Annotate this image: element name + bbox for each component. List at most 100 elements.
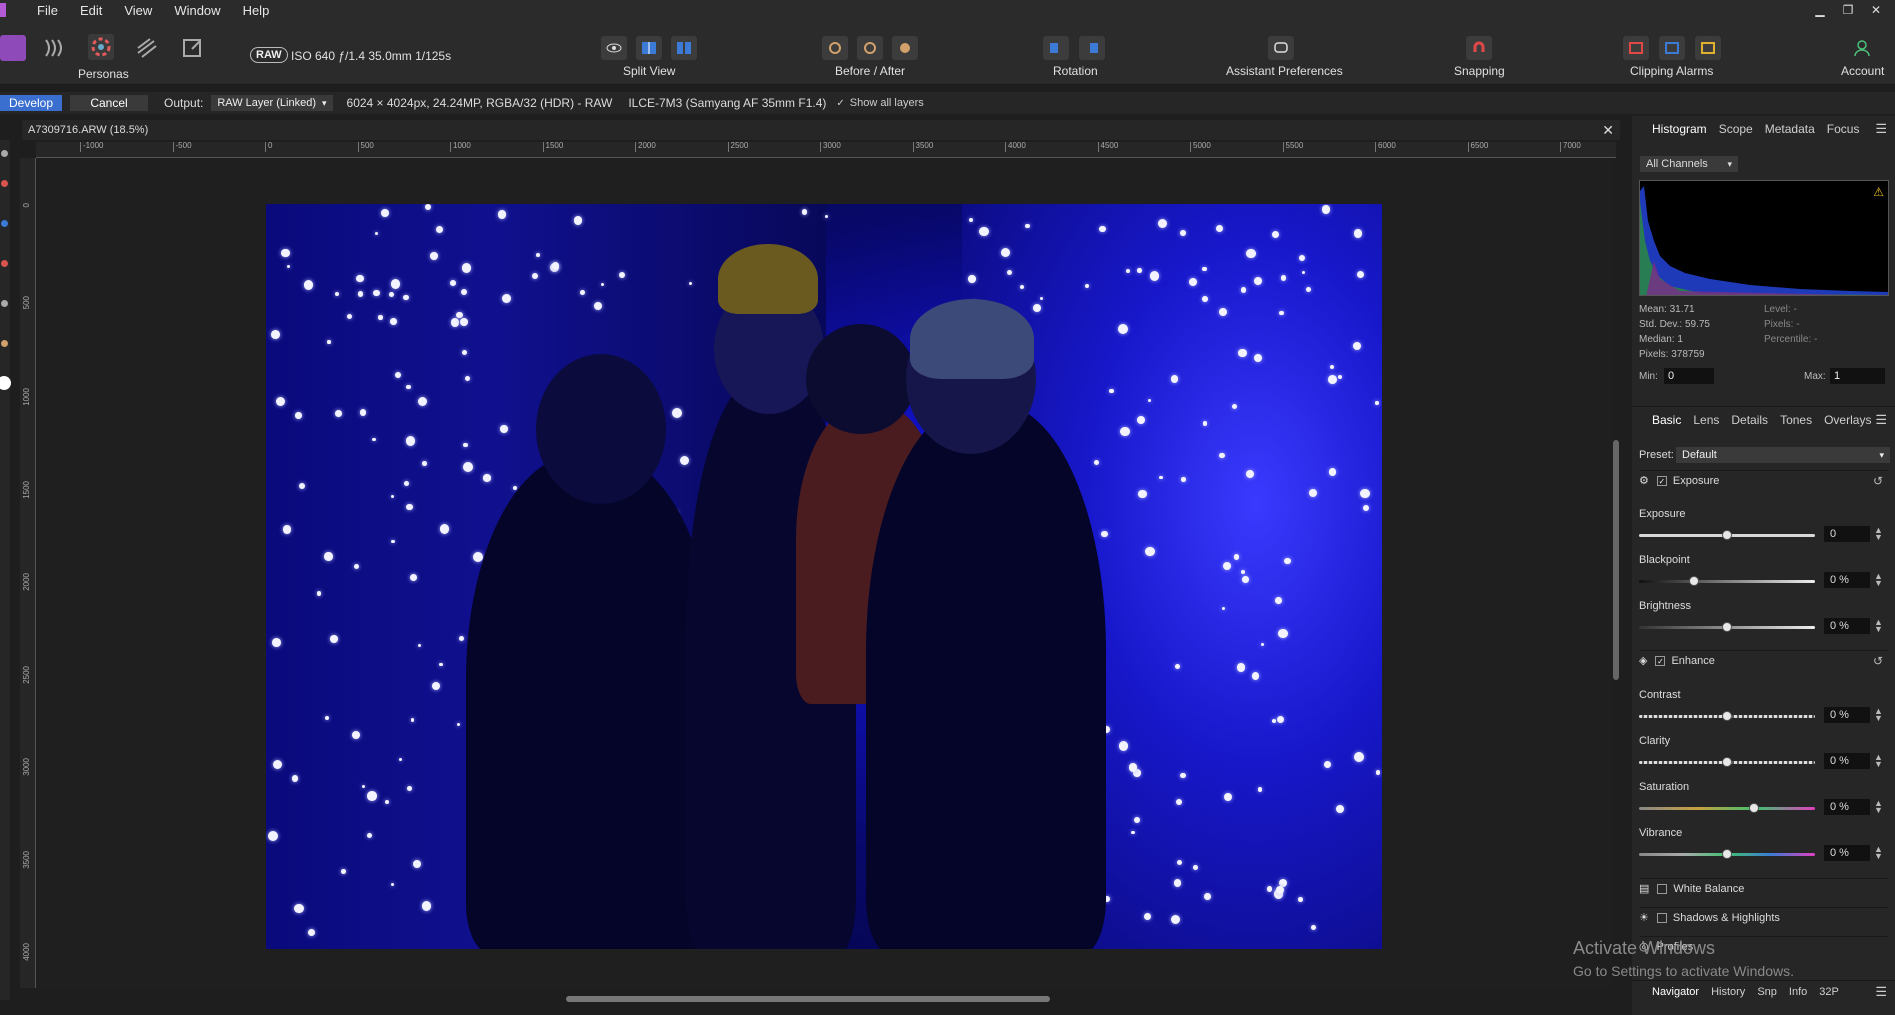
gradient-tool-icon[interactable] (1, 300, 8, 307)
spin-arrows-icon[interactable]: ▲ ▼ (1874, 707, 1883, 723)
exposure-value[interactable]: 0 (1824, 526, 1870, 542)
horizontal-scrollbar[interactable] (566, 996, 1050, 1002)
menu-file[interactable]: File (26, 3, 69, 18)
enhance-section[interactable]: ◈ ✓ Enhance ↺ (1639, 650, 1889, 670)
photo-persona-icon[interactable] (0, 35, 26, 61)
tab-info[interactable]: Info (1789, 986, 1807, 998)
cancel-button[interactable]: Cancel (70, 95, 148, 111)
tab-32p[interactable]: 32P (1819, 986, 1839, 998)
overlay-paint-tool-icon[interactable] (1, 260, 8, 267)
brightness-value[interactable]: 0 % (1824, 618, 1870, 634)
export-persona-icon[interactable] (180, 35, 206, 61)
slider-knob[interactable] (1722, 711, 1732, 721)
spin-arrows-icon[interactable]: ▲ ▼ (1874, 618, 1883, 634)
account-icon[interactable] (1849, 36, 1875, 60)
brush-tool-icon[interactable] (1, 220, 8, 227)
panel-menu-icon[interactable]: ☰ (1875, 412, 1887, 428)
red-eye-tool-icon[interactable] (1, 180, 8, 187)
split-view-icon[interactable] (636, 36, 662, 60)
blackpoint-value[interactable]: 0 % (1824, 572, 1870, 588)
maximize-icon[interactable]: ❐ (1834, 0, 1862, 20)
horizontal-ruler[interactable]: -1000 -500 0 500 1000 1500 2000 2500 3000 3500 400… (36, 142, 1616, 158)
exposure-slider[interactable] (1639, 530, 1815, 540)
panel-menu-icon[interactable]: ☰ (1875, 121, 1887, 137)
view-tool-icon[interactable] (1, 150, 8, 157)
contrast-value[interactable]: 0 % (1824, 707, 1870, 723)
preset-select[interactable]: Default ▾ (1676, 447, 1890, 463)
blackpoint-slider[interactable] (1639, 576, 1815, 586)
clarity-value[interactable]: 0 % (1824, 753, 1870, 769)
show-all-layers-checkbox[interactable]: ✓ (836, 98, 844, 109)
tab-lens[interactable]: Lens (1693, 413, 1719, 427)
tab-snapshots[interactable]: Snp (1757, 986, 1777, 998)
slider-knob[interactable] (1722, 622, 1732, 632)
spin-arrows-icon[interactable]: ▲ ▼ (1874, 526, 1883, 542)
tab-history[interactable]: History (1711, 986, 1745, 998)
close-document-icon[interactable]: ✕ (1602, 122, 1614, 139)
channel-select[interactable]: All Channels ▾ (1640, 156, 1738, 172)
assistant-icon[interactable] (1268, 36, 1294, 60)
slider-knob[interactable] (1749, 803, 1759, 813)
eye-icon[interactable] (601, 36, 627, 60)
tab-details[interactable]: Details (1731, 413, 1768, 427)
develop-persona-icon[interactable] (88, 34, 114, 60)
rotate-left-icon[interactable] (1043, 36, 1069, 60)
spin-arrows-icon[interactable]: ▲ ▼ (1874, 845, 1883, 861)
vertical-ruler[interactable]: 0 500 1000 1500 2000 2500 3000 3500 4000 (20, 158, 36, 988)
vibrance-value[interactable]: 0 % (1824, 845, 1870, 861)
rotate-right-icon[interactable] (1079, 36, 1105, 60)
slider-knob[interactable] (1722, 530, 1732, 540)
white-balance-checkbox[interactable] (1657, 883, 1668, 894)
exposure-section[interactable]: ⚙ ✓ Exposure ↺ (1639, 470, 1889, 490)
minimize-icon[interactable]: ▁ (1806, 0, 1834, 20)
warning-icon[interactable]: ⚠ (1873, 185, 1884, 199)
menu-window[interactable]: Window (163, 3, 231, 18)
clarity-slider[interactable] (1639, 757, 1815, 767)
saturation-value[interactable]: 0 % (1824, 799, 1870, 815)
snapping-magnet-icon[interactable] (1466, 36, 1492, 60)
shadows-highlights-section[interactable]: ☀ Shadows & Highlights (1639, 907, 1889, 927)
document-tab[interactable]: A7309716.ARW (18.5%) ✕ (22, 120, 1620, 140)
swap-icon[interactable] (857, 36, 883, 60)
before-icon[interactable] (822, 36, 848, 60)
tab-navigator[interactable]: Navigator (1652, 986, 1699, 998)
tone-clipping-icon[interactable] (1695, 36, 1721, 60)
tab-histogram[interactable]: Histogram (1652, 122, 1707, 136)
vertical-scrollbar[interactable] (1613, 440, 1619, 680)
color-swatch[interactable] (0, 376, 11, 390)
saturation-slider[interactable] (1639, 803, 1815, 813)
close-window-icon[interactable]: ✕ (1862, 0, 1890, 20)
tab-basic[interactable]: Basic (1652, 413, 1681, 427)
tab-overlays[interactable]: Overlays (1824, 413, 1871, 427)
spin-arrows-icon[interactable]: ▲ ▼ (1874, 572, 1883, 588)
after-icon[interactable] (892, 36, 918, 60)
menu-edit[interactable]: Edit (69, 3, 113, 18)
tab-metadata[interactable]: Metadata (1765, 122, 1815, 136)
tab-focus[interactable]: Focus (1827, 122, 1860, 136)
tone-mapping-persona-icon[interactable] (134, 35, 160, 61)
spin-arrows-icon[interactable]: ▲ ▼ (1874, 799, 1883, 815)
vibrance-slider[interactable] (1639, 849, 1815, 859)
slider-knob[interactable] (1722, 849, 1732, 859)
mirror-view-icon[interactable] (671, 36, 697, 60)
canvas[interactable] (37, 159, 1613, 989)
tab-tones[interactable]: Tones (1780, 413, 1812, 427)
spin-arrows-icon[interactable]: ▲ ▼ (1874, 753, 1883, 769)
brightness-slider[interactable] (1639, 622, 1815, 632)
min-input[interactable]: 0 (1664, 368, 1714, 384)
shadow-clipping-icon[interactable] (1659, 36, 1685, 60)
enhance-checkbox[interactable]: ✓ (1655, 655, 1666, 666)
develop-button[interactable]: Develop (0, 95, 62, 111)
menu-view[interactable]: View (113, 3, 163, 18)
tab-scope[interactable]: Scope (1719, 122, 1753, 136)
exposure-checkbox[interactable]: ✓ (1656, 475, 1667, 486)
output-select[interactable]: RAW Layer (Linked) ▾ (211, 95, 333, 111)
highlight-clipping-icon[interactable] (1623, 36, 1649, 60)
reset-icon[interactable]: ↺ (1873, 654, 1883, 668)
menu-help[interactable]: Help (232, 3, 281, 18)
contrast-slider[interactable] (1639, 711, 1815, 721)
reset-icon[interactable]: ↺ (1873, 474, 1883, 488)
slider-knob[interactable] (1689, 576, 1699, 586)
shadows-highlights-checkbox[interactable] (1656, 912, 1667, 923)
white-balance-section[interactable]: ▤ White Balance (1639, 878, 1889, 898)
